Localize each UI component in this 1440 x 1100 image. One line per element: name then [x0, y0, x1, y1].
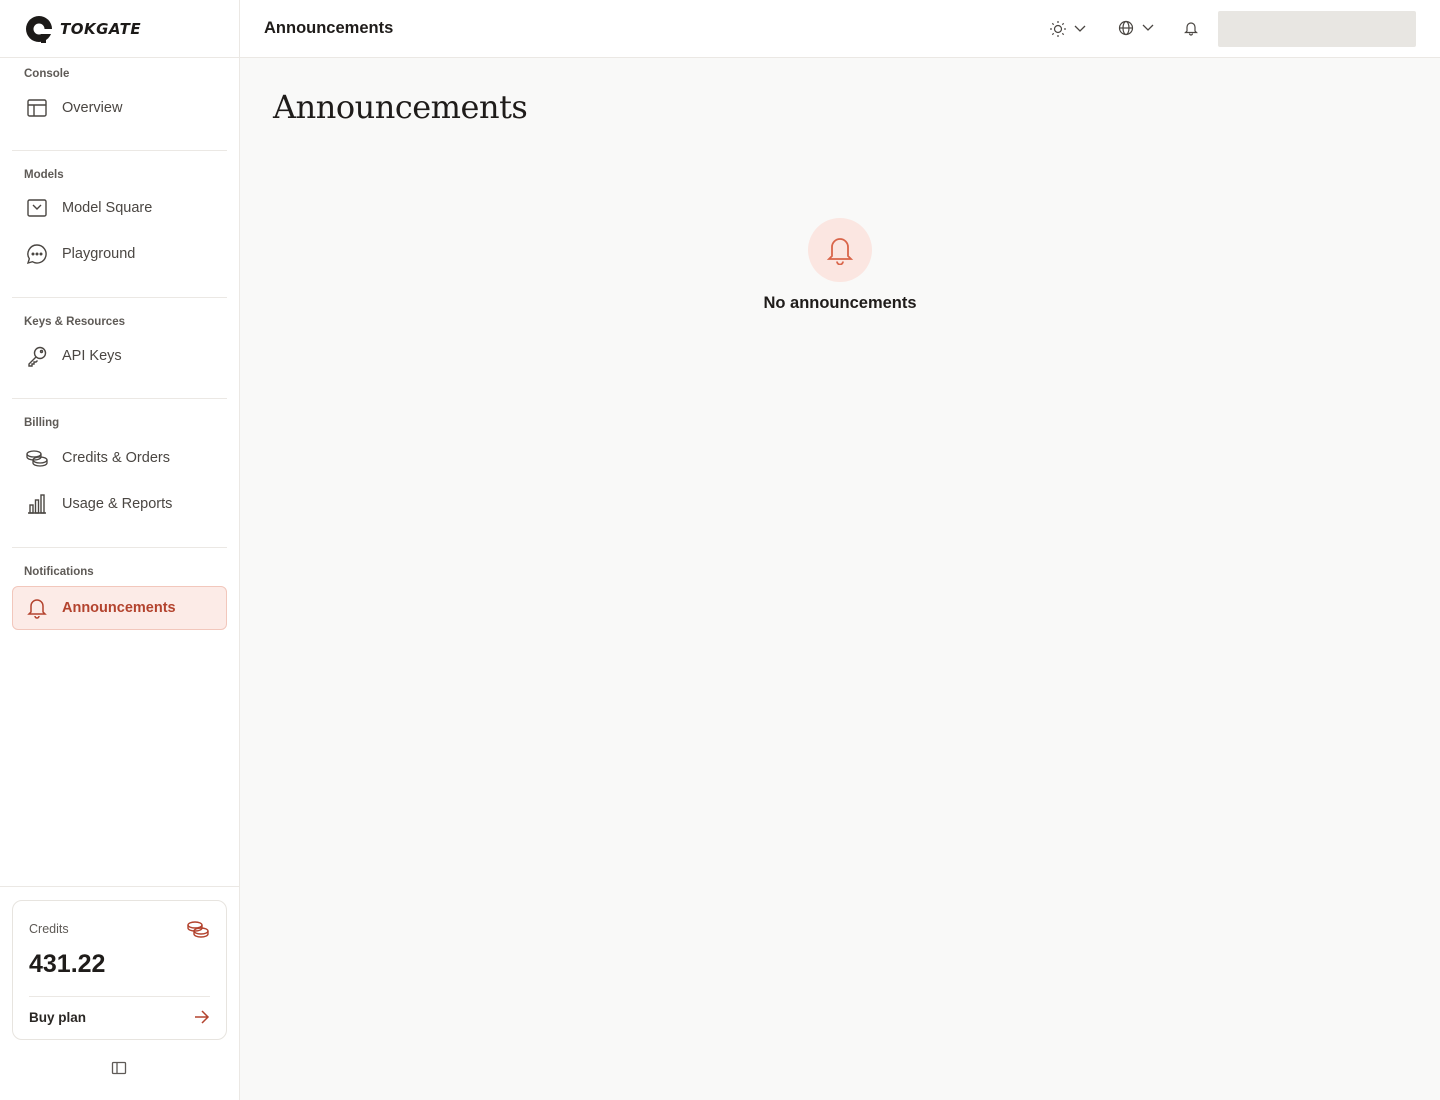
sidebar-item-playground[interactable]: Playground [12, 232, 227, 276]
nav-group-models: Models Model Square Playground [0, 151, 239, 276]
buy-plan-label: Buy plan [29, 1009, 87, 1025]
credits-label: Credits [29, 922, 69, 936]
sidebar-item-model-square[interactable]: Model Square [12, 186, 227, 230]
buy-plan-button[interactable]: Buy plan [29, 997, 210, 1037]
nav-group-title: Billing [24, 417, 60, 429]
sidebar-item-announcements[interactable]: Announcements [12, 586, 227, 630]
topbar-title: Announcements [264, 19, 394, 37]
credits-card: Credits 431.22 Buy plan [12, 900, 227, 1040]
divider [0, 886, 239, 887]
globe-icon [1118, 20, 1134, 36]
sidebar-item-label: Usage & Reports [62, 496, 173, 512]
empty-state-text: No announcements [763, 294, 917, 312]
sidebar: TOKGATE Console Overview Models Model Sq… [0, 0, 240, 1100]
user-menu[interactable] [1218, 11, 1416, 47]
brand-name: TOKGATE [60, 19, 142, 38]
sidebar-item-label: Model Square [62, 200, 153, 216]
sidebar-item-label: Credits & Orders [62, 450, 170, 466]
credits-value: 431.22 [29, 950, 106, 978]
nav-group-title: Keys & Resources [24, 316, 125, 328]
bell-icon [1184, 22, 1198, 36]
bell-icon [25, 596, 49, 620]
sidebar-item-credits-orders[interactable]: Credits & Orders [12, 436, 227, 480]
bell-icon [826, 238, 854, 265]
nav-group-title: Console [24, 68, 70, 80]
chevron-down-icon [1142, 24, 1154, 31]
chevron-down-icon [1074, 25, 1086, 32]
tokgate-logo-icon [26, 15, 53, 43]
nav-group-notifications: Notifications Announcements [0, 548, 239, 630]
coins-icon [187, 921, 209, 938]
bar-chart-icon [25, 492, 49, 516]
theme-toggle[interactable] [1049, 20, 1087, 38]
empty-state-icon-badge [808, 218, 872, 282]
sidebar-item-overview[interactable]: Overview [12, 86, 227, 130]
sidebar-collapse-icon[interactable] [111, 1061, 127, 1075]
sidebar-item-label: Playground [62, 246, 136, 262]
inbox-icon [25, 196, 49, 220]
key-icon [25, 344, 49, 368]
layout-icon [25, 96, 49, 120]
brand[interactable]: TOKGATE [0, 0, 239, 58]
notifications-button[interactable] [1184, 20, 1198, 36]
nav-group-billing: Billing Credits & Orders Usage & Reports [0, 399, 239, 526]
sidebar-item-usage-reports[interactable]: Usage & Reports [12, 482, 227, 526]
language-selector[interactable] [1118, 20, 1155, 36]
nav-group-title: Models [24, 169, 64, 181]
sidebar-item-label: Overview [62, 100, 123, 116]
topbar: Announcements [240, 0, 1440, 58]
coins-icon [25, 446, 49, 470]
sidebar-item-label: Announcements [62, 600, 176, 616]
chat-bubble-icon [25, 242, 49, 266]
sidebar-item-api-keys[interactable]: API Keys [12, 334, 227, 378]
nav-group-keys: Keys & Resources API Keys [0, 298, 239, 378]
nav-group-console: Console Overview [0, 58, 239, 130]
arrow-right-icon [195, 1010, 210, 1024]
sidebar-item-label: API Keys [62, 348, 122, 364]
page-title: Announcements [273, 88, 528, 126]
sun-icon [1050, 21, 1066, 37]
nav-group-title: Notifications [24, 566, 94, 578]
